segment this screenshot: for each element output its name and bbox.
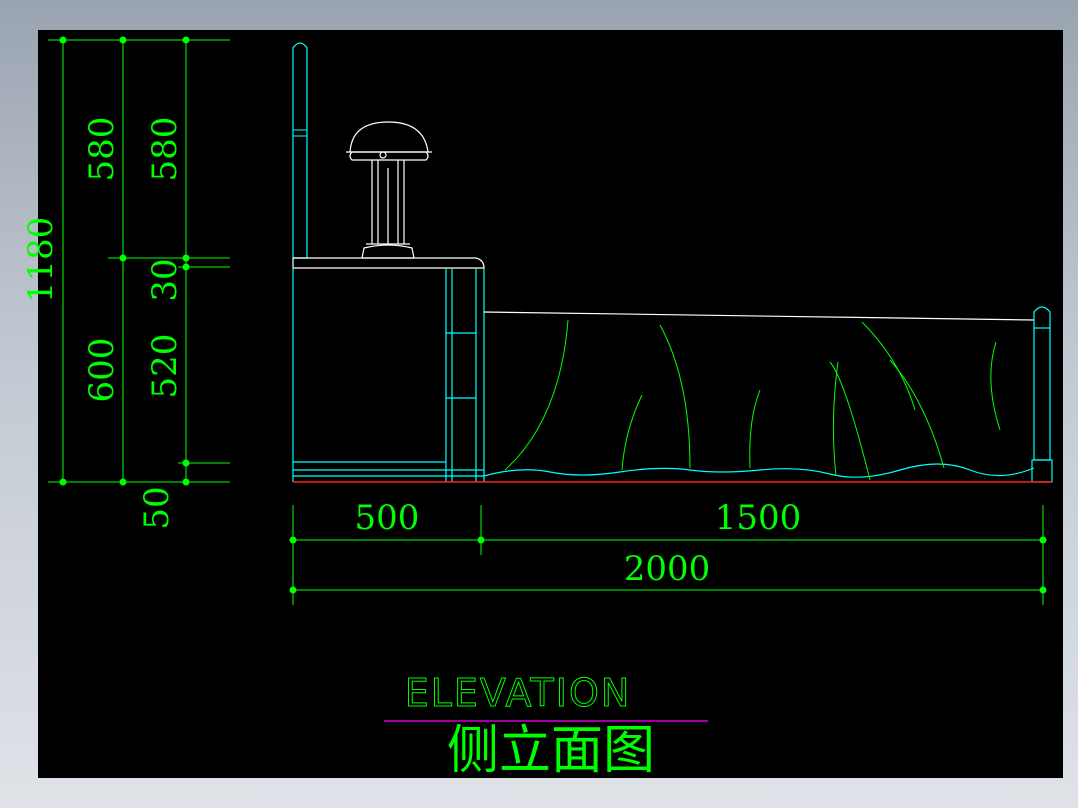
dim-label-600: 600	[82, 338, 122, 403]
dim-dot	[119, 478, 127, 486]
headboard-post	[292, 42, 308, 259]
dim-dot	[182, 459, 190, 467]
vertical-dimensions	[48, 36, 230, 486]
dim-dot	[119, 36, 127, 44]
bed	[483, 311, 1035, 481]
dim-label-500: 500	[355, 498, 420, 538]
dim-label-50: 50	[137, 486, 177, 529]
dim-dot	[59, 478, 67, 486]
dim-label-520: 520	[145, 334, 185, 399]
footboard-post	[1031, 306, 1053, 483]
dim-dot	[182, 36, 190, 44]
mattress-top	[483, 311, 1035, 321]
dim-dot	[182, 478, 190, 486]
dim-label-1180: 1180	[21, 217, 61, 304]
dim-label-2000: 2000	[624, 549, 711, 589]
dim-label-580-inner: 580	[145, 117, 185, 182]
cad-drawing-canvas: 1180 580 600 580 30 520 50 500 1500 2000…	[21, 30, 1063, 781]
dim-label-1500: 1500	[715, 498, 802, 538]
dim-label-30: 30	[145, 258, 185, 301]
nightstand	[292, 257, 485, 482]
dim-dot	[119, 254, 127, 262]
dim-dot	[59, 36, 67, 44]
elevation-drawing: 1180 580 600 580 30 520 50 500 1500 2000…	[21, 36, 1053, 781]
drape-folds	[504, 319, 1001, 481]
dim-label-580-mid: 580	[82, 117, 122, 182]
title-chinese: 侧立面图	[447, 721, 655, 781]
title-elevation: ELEVATION	[405, 671, 632, 715]
bedspread-hem	[483, 463, 1035, 478]
table-lamp	[346, 121, 432, 259]
